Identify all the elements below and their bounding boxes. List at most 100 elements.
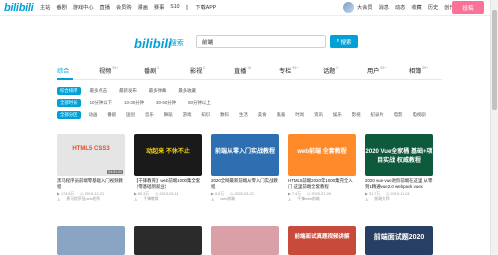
video-thumbnail[interactable]: 2020 Vue全家桶 基础+项目实战 权威教程 (365, 134, 433, 176)
video-thumbnail[interactable]: HTML5 CSS3 54:51:02 (57, 134, 125, 176)
upload-button[interactable]: 投稿 (452, 1, 484, 14)
video-thumbnail[interactable]: 动起来 不休不止 (134, 134, 202, 176)
filter-zone-item[interactable]: 电影 (391, 111, 406, 119)
filter-zone-item[interactable]: 全部分区 (57, 111, 81, 119)
vip-link[interactable]: 大会员 (357, 4, 373, 11)
avatar[interactable] (343, 2, 354, 13)
filter-sort-favorites[interactable]: 最多收藏 (175, 87, 199, 95)
filter-duration-over60[interactable]: 60分钟以上 (185, 99, 213, 107)
video-thumbnail[interactable] (211, 226, 279, 255)
nav-manga[interactable]: 漫画 (138, 4, 148, 11)
filter-zone-item[interactable]: 国创 (123, 111, 138, 119)
filter-zone-item[interactable]: 游戏 (180, 111, 195, 119)
filter-zone-item[interactable]: 数码 (217, 111, 232, 119)
video-thumbnail[interactable] (57, 226, 125, 255)
nav-s10[interactable]: S10 (170, 4, 179, 11)
video-title[interactable]: 2020 vue-vue进阶前端在这里 从零到1精通vue2.0 webpack… (365, 178, 433, 189)
video-thumbnail[interactable] (134, 226, 202, 255)
video-thumbnail[interactable]: 前端面试题2020 (365, 226, 433, 255)
tab-topic[interactable]: 话题0 (323, 66, 338, 75)
search-button[interactable]: ⌕ 搜索 (330, 35, 358, 48)
duration-badge: 54:51:02 (107, 170, 123, 174)
filter-zone-item[interactable]: 电视剧 (410, 111, 429, 119)
download-app-link[interactable]: ▯ 下载APP (186, 4, 223, 12)
filter-duration-all[interactable]: 全部时长 (57, 99, 81, 107)
filter-sort-newest[interactable]: 最新发布 (116, 87, 140, 95)
author-name: 黑马程序员pink老师 (66, 197, 100, 201)
filter-zone-item[interactable]: 音乐 (142, 111, 157, 119)
tab-label: 视频 (99, 68, 112, 75)
author-name: web前端 (220, 197, 235, 201)
video-author[interactable]: ♙ web前端 (211, 197, 279, 202)
nav-live[interactable]: 直播 (100, 4, 110, 11)
tab-label: 相簿 (409, 68, 422, 75)
filter-sort-danmaku[interactable]: 最多弹幕 (146, 87, 170, 95)
up-icon: ♙ (211, 198, 215, 202)
history-link[interactable]: 历史 (428, 4, 438, 11)
video-thumbnail[interactable]: 前端从零入门实战教程 (211, 134, 279, 176)
up-icon: ♙ (57, 198, 61, 202)
filter-zone-item[interactable]: 生活 (236, 111, 251, 119)
filter-zone-item[interactable]: 番剧 (104, 111, 119, 119)
filter-zone-item[interactable]: 美食 (255, 111, 270, 119)
filter-zone-item[interactable]: 动画 (86, 111, 101, 119)
upload-date-value: 2019-12-21 (84, 192, 105, 196)
tab-film[interactable]: 影视0 (190, 66, 205, 75)
tab-live[interactable]: 直播15 (234, 66, 251, 75)
video-author[interactable]: ♙ 千锋web前端 (288, 197, 356, 202)
filter-zone-item[interactable]: 鬼畜 (274, 111, 289, 119)
scrollbar-thumb[interactable] (492, 10, 497, 110)
nav-bangumi[interactable]: 番剧 (56, 4, 66, 11)
video-title[interactable]: 2020全网最新前端从零入门实战教程 (211, 178, 279, 189)
video-thumbnail[interactable]: 前端面试真题视频讲解 (288, 226, 356, 255)
bilibili-logo[interactable]: bilibili (4, 2, 34, 14)
thumbnail-text: 2020 Vue全家桶 基础+项目实战 权威教程 (365, 149, 433, 164)
nav-mall[interactable]: 会员购 (116, 4, 132, 11)
nav-game-center[interactable]: 游戏中心 (73, 4, 94, 11)
filter-zone-item[interactable]: 知识 (198, 111, 213, 119)
tab-all[interactable]: 综合 (57, 66, 69, 75)
search-icon: ⌕ (336, 38, 340, 44)
favorites-link[interactable]: 收藏 (411, 4, 421, 11)
filter-duration-30-60[interactable]: 30-60分钟 (153, 99, 179, 107)
play-count-value: 5.5万 (214, 192, 225, 196)
scrollbar[interactable] (490, 0, 498, 255)
search-input[interactable]: 前端 (196, 35, 326, 48)
filter-zone-item[interactable]: 纪录片 (368, 111, 387, 119)
tab-bangumi[interactable]: 番剧0 (144, 66, 159, 75)
video-author[interactable]: ♙ 前端大师 (365, 197, 433, 202)
video-title[interactable]: 【千锋教育】web前端1000集全套（零基础到就业） (134, 178, 202, 189)
up-icon: ♙ (365, 198, 369, 202)
dynamics-link[interactable]: 动态 (395, 4, 405, 11)
tab-video[interactable]: 视频99+ (99, 66, 118, 75)
filter-duration-under10[interactable]: 10分钟以下 (87, 99, 115, 107)
thumbnail-text: 前端从零入门实战教程 (214, 149, 275, 155)
filter-zone-item[interactable]: 资讯 (311, 111, 326, 119)
tab-count: 15 (247, 66, 252, 70)
filter-zone-item[interactable]: 时尚 (292, 111, 307, 119)
tab-label: 综合 (57, 68, 70, 75)
top-nav-links: 主站 番剧 游戏中心 直播 会员购 漫画 赛事 S10 ▯ 下载APP (40, 4, 228, 11)
filter-zone-item[interactable]: 娱乐 (330, 111, 345, 119)
tab-article[interactable]: 专栏99+ (279, 66, 298, 75)
play-count-value: 80.3万 (137, 192, 150, 196)
filter-sort-default[interactable]: 综合排序 (57, 87, 81, 95)
video-author[interactable]: ♙ 千锋教育 (134, 197, 202, 202)
tab-count: 0 (203, 66, 206, 70)
filter-zone-item[interactable]: 影视 (349, 111, 364, 119)
video-thumbnail[interactable]: web前端 全套教程 (288, 134, 356, 176)
tab-user[interactable]: 用户99+ (367, 66, 386, 75)
video-title[interactable]: 黑马程序员前端零基础入门视频教程 (57, 178, 125, 189)
nav-main[interactable]: 主站 (40, 4, 50, 11)
tab-label: 直播 (234, 68, 247, 75)
filter-sort-clicks[interactable]: 最多点击 (87, 87, 111, 95)
messages-link[interactable]: 消息 (379, 4, 389, 11)
filter-zone-item[interactable]: 舞蹈 (161, 111, 176, 119)
tab-album[interactable]: 相簿99+ (409, 66, 428, 75)
video-author[interactable]: ♙ 黑马程序员pink老师 (57, 197, 125, 202)
thumbnail-text: 动起来 不休不止 (146, 149, 190, 155)
sort-filter-row: 综合排序 最多点击 最新发布 最多弹幕 最多收藏 (57, 87, 205, 95)
video-title[interactable]: HTML5前端2020年1000集完全入门 这里前端全套教程 (288, 178, 356, 189)
filter-duration-10-30[interactable]: 10-30分钟 (121, 99, 147, 107)
nav-esports[interactable]: 赛事 (154, 4, 164, 11)
